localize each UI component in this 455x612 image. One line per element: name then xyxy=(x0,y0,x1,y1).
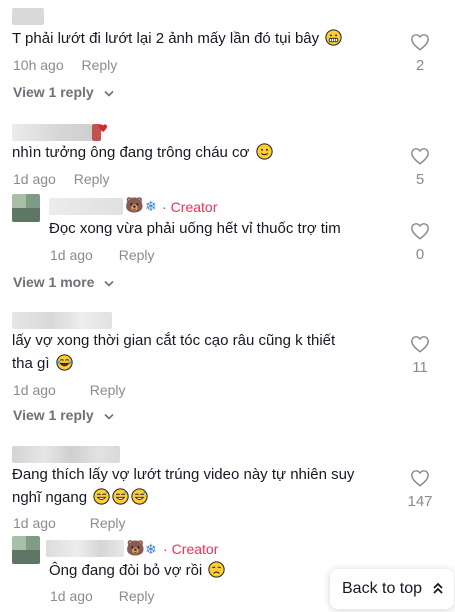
timestamp: 1d ago xyxy=(50,588,93,604)
chevron-down-icon xyxy=(104,280,114,287)
badge-separator: · xyxy=(162,199,167,215)
badge-separator: · xyxy=(163,541,168,557)
view-replies-button[interactable]: View 1 reply xyxy=(13,407,114,423)
like-count: 5 xyxy=(415,171,425,188)
reply-button[interactable]: Reply xyxy=(90,382,126,398)
view-replies-button[interactable]: View 1 reply xyxy=(13,84,114,100)
sweat-smile-icon xyxy=(131,488,148,505)
heart-icon[interactable] xyxy=(410,222,430,240)
back-to-top-label: Back to top xyxy=(342,580,423,597)
comment-text-line: tha gì xyxy=(12,353,335,375)
chevron-down-icon xyxy=(104,90,114,97)
snowflake-icon: ❄ xyxy=(145,541,157,557)
comment-text: lấy vợ xong thời gian cắt tóc cạo râu cũ… xyxy=(12,330,335,375)
timestamp: 1d ago xyxy=(13,171,56,187)
like-count: 11 xyxy=(412,359,428,376)
reply-text-content: Ông đang đòi bỏ vợ rồi xyxy=(49,562,203,579)
creator-badge: · Creator xyxy=(163,541,218,557)
creator-badge: · Creator xyxy=(162,199,217,215)
like-control[interactable]: 11 xyxy=(410,335,430,376)
like-control[interactable]: 2 xyxy=(410,33,430,74)
comment-meta: 1d ago Reply xyxy=(13,515,126,531)
bear-face-icon: 🐻 xyxy=(126,540,145,557)
tears-of-joy-icon xyxy=(56,354,73,371)
comment-text: nhìn tưởng ông đang trông cháu cơ xyxy=(12,142,273,164)
like-control[interactable]: 147 xyxy=(405,469,435,510)
double-chevron-up-icon xyxy=(433,582,443,594)
reply-button[interactable]: Reply xyxy=(119,247,155,263)
comment-text: T phải lướt đi lướt lại 2 ảnh mấy lần đó… xyxy=(12,28,342,50)
comment-text-line: lấy vợ xong thời gian cắt tóc cạo râu cũ… xyxy=(12,332,336,349)
smiling-face-icon xyxy=(255,143,273,160)
like-control[interactable]: 0 xyxy=(410,222,430,263)
sweat-smile-icon xyxy=(93,488,110,505)
heart-icon[interactable] xyxy=(410,469,430,487)
reply-text: Đọc xong vừa phải uống hết vỉ thuốc trợ … xyxy=(49,220,341,237)
reply-meta: 1d ago Reply xyxy=(50,588,155,604)
username-blurred[interactable] xyxy=(12,312,112,329)
view-more-button[interactable]: View 1 more xyxy=(13,274,114,290)
avatar[interactable] xyxy=(12,194,40,222)
comment-text-line: Đang thích lấy vợ lướt trúng video này t… xyxy=(12,466,355,483)
like-count: 0 xyxy=(415,246,425,263)
timestamp: 1d ago xyxy=(13,515,56,531)
reply-button[interactable]: Reply xyxy=(90,515,126,531)
snowflake-icon: ❄ xyxy=(145,198,157,214)
creator-label: Creator xyxy=(170,199,218,215)
timestamp: 1d ago xyxy=(50,247,93,263)
view-more-label: View 1 more xyxy=(13,274,95,290)
username-blurred[interactable] xyxy=(49,198,123,215)
avatar[interactable] xyxy=(12,536,40,564)
creator-label: Creator xyxy=(171,541,219,557)
comment-meta: 1d ago Reply xyxy=(13,382,126,398)
heart-icon[interactable] xyxy=(410,335,430,353)
comment-text: Đang thích lấy vợ lướt trúng video này t… xyxy=(12,464,354,509)
timestamp: 10h ago xyxy=(13,57,64,73)
back-to-top-button[interactable]: Back to top xyxy=(330,569,454,609)
comment-text-content: nghĩ ngang xyxy=(12,489,88,506)
username-blurred[interactable] xyxy=(12,8,44,25)
comment-meta: 1d ago Reply xyxy=(13,171,110,187)
heart-icon[interactable] xyxy=(410,33,430,51)
view-replies-label: View 1 reply xyxy=(13,84,94,100)
reply-text: Ông đang đòi bỏ vợ rồi xyxy=(49,560,226,582)
grinning-face-icon xyxy=(325,29,342,46)
heart-icon[interactable] xyxy=(410,147,430,165)
comment-meta: 10h ago Reply xyxy=(13,57,117,73)
comment-text-line: nghĩ ngang xyxy=(12,487,354,509)
heart-badge-icon xyxy=(99,124,107,132)
username-blurred[interactable] xyxy=(12,124,92,141)
like-control[interactable]: 5 xyxy=(410,147,430,188)
bear-face-icon: 🐻 xyxy=(125,197,144,214)
reply-button[interactable]: Reply xyxy=(82,57,118,73)
username-blurred[interactable] xyxy=(46,540,124,557)
chevron-down-icon xyxy=(104,413,114,420)
like-count: 147 xyxy=(407,493,433,510)
comment-text-content: T phải lướt đi lướt lại 2 ảnh mấy lần đó… xyxy=(12,30,320,47)
reply-button[interactable]: Reply xyxy=(74,171,110,187)
weary-face-icon xyxy=(208,561,226,578)
comment-text-content: nhìn tưởng ông đang trông cháu cơ xyxy=(12,144,250,161)
username-blurred[interactable] xyxy=(12,446,120,463)
view-replies-label: View 1 reply xyxy=(13,407,94,423)
timestamp: 1d ago xyxy=(13,382,56,398)
comment-text-content: tha gì xyxy=(12,355,50,372)
like-count: 2 xyxy=(415,57,425,74)
reply-meta: 1d ago Reply xyxy=(50,247,155,263)
reply-button[interactable]: Reply xyxy=(119,588,155,604)
sweat-smile-icon xyxy=(112,488,129,505)
